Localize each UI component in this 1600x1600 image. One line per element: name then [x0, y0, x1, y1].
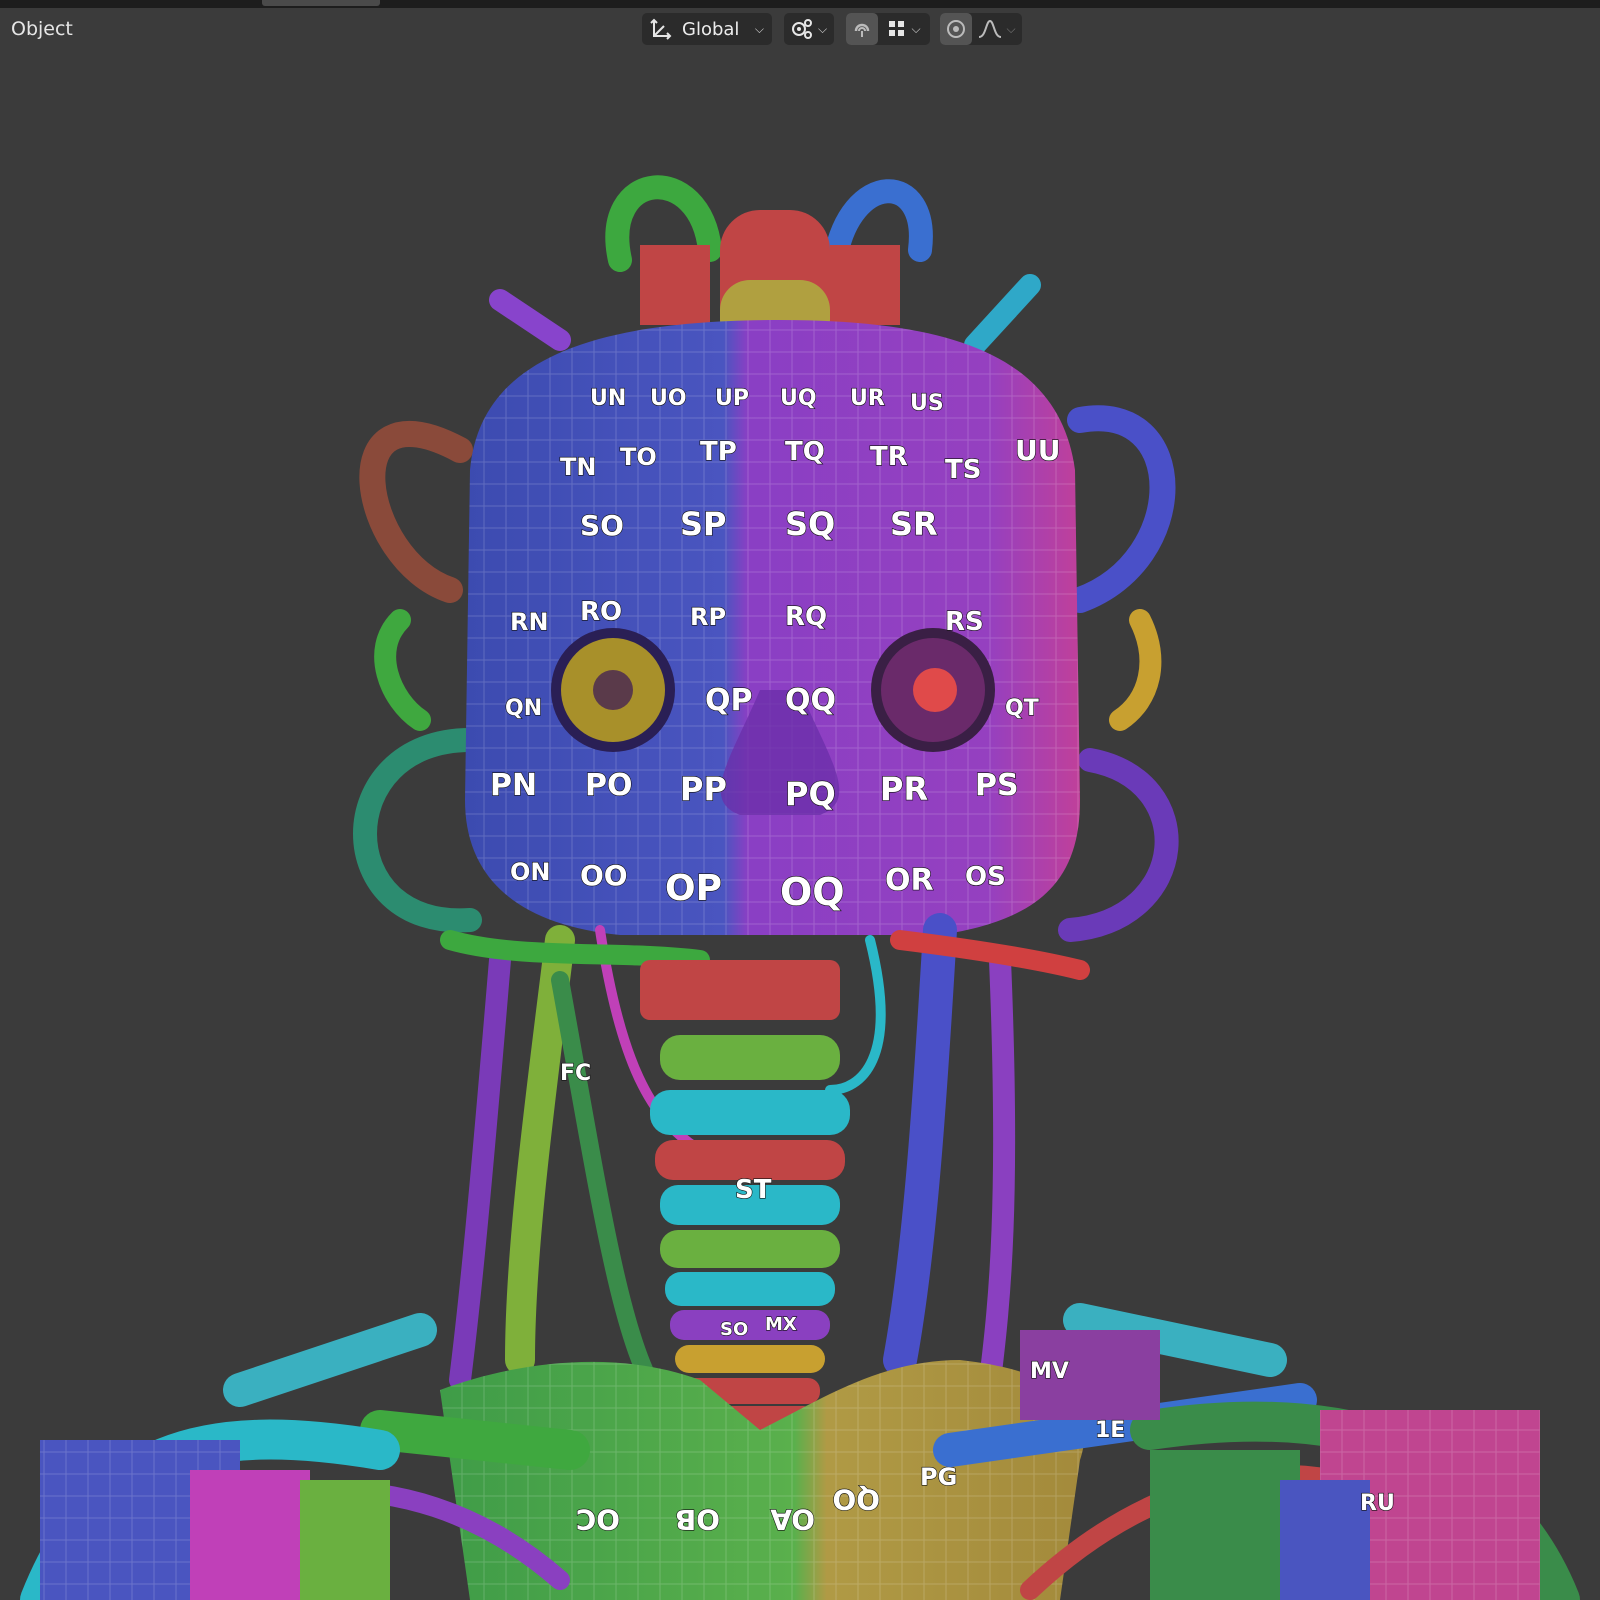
svg-text:ON: ON	[510, 858, 551, 886]
svg-text:SP: SP	[680, 505, 727, 543]
svg-text:UO: UO	[650, 386, 687, 411]
svg-text:1E: 1E	[1095, 1418, 1125, 1443]
svg-text:OA: OA	[770, 1503, 815, 1536]
transform-orientation-dropdown[interactable]: Global ⌵	[642, 13, 772, 45]
svg-text:MV: MV	[1030, 1359, 1069, 1384]
proportional-editing-icon	[946, 19, 966, 39]
svg-text:PO: PO	[585, 768, 633, 803]
svg-text:TQ: TQ	[785, 437, 825, 467]
svg-text:RO: RO	[580, 597, 622, 627]
viewport-scene[interactable]: UN UO UP UQ UR US TN TO TP TQ TR TS UU S…	[0, 0, 1600, 1600]
interaction-mode-menu[interactable]: Object	[11, 18, 73, 40]
svg-text:OR: OR	[885, 863, 934, 898]
chevron-down-icon: ⌵	[911, 21, 921, 36]
svg-text:ST: ST	[735, 1175, 772, 1205]
svg-text:QQ: QQ	[785, 683, 836, 718]
svg-text:TP: TP	[700, 437, 737, 467]
svg-text:RU: RU	[1360, 1491, 1395, 1516]
chevron-down-icon: ⌵	[1006, 21, 1016, 36]
svg-text:US: US	[910, 391, 944, 416]
svg-text:RQ: RQ	[785, 602, 827, 632]
svg-text:QO: QO	[832, 1483, 880, 1516]
svg-text:SO: SO	[580, 509, 624, 542]
pivot-point-dropdown[interactable]: ⌵	[784, 13, 834, 45]
svg-text:UN: UN	[590, 386, 626, 411]
chevron-down-icon: ⌵	[818, 21, 828, 36]
svg-text:SO: SO	[720, 1319, 748, 1340]
viewport-header: Object Global ⌵ ⌵ ⌵ ⌵	[0, 8, 1600, 52]
svg-text:OS: OS	[965, 862, 1006, 892]
svg-text:OB: OB	[675, 1503, 720, 1536]
svg-text:FC: FC	[560, 1061, 591, 1086]
svg-text:PP: PP	[680, 770, 727, 808]
svg-text:OC: OC	[576, 1503, 620, 1536]
svg-text:OQ: OQ	[780, 870, 845, 914]
svg-text:PN: PN	[490, 768, 537, 803]
snap-magnet-icon	[852, 19, 872, 39]
svg-text:PR: PR	[880, 770, 928, 808]
svg-text:RN: RN	[510, 608, 549, 636]
svg-text:OP: OP	[665, 868, 722, 909]
svg-text:QT: QT	[1005, 696, 1039, 721]
svg-text:UQ: UQ	[780, 386, 817, 411]
svg-text:RP: RP	[690, 603, 726, 631]
svg-text:UR: UR	[850, 386, 885, 411]
skull: UN UO UP UQ UR US TN TO TP TQ TR TS UU S…	[465, 320, 1080, 935]
svg-text:TN: TN	[560, 453, 596, 481]
snap-toggle-button[interactable]	[846, 13, 878, 45]
snapping-group: ⌵	[846, 13, 930, 45]
svg-text:QN: QN	[505, 696, 542, 721]
transform-orientation-value: Global	[682, 18, 740, 40]
svg-text:UP: UP	[715, 386, 749, 411]
pivot-point-icon	[790, 18, 814, 40]
svg-text:OO: OO	[580, 859, 628, 892]
svg-text:TR: TR	[870, 442, 908, 472]
proportional-falloff-dropdown[interactable]: ⌵	[972, 13, 1022, 45]
proportional-editing-toggle[interactable]	[940, 13, 972, 45]
svg-text:PG: PG	[920, 1463, 957, 1491]
snap-increment-icon	[887, 19, 907, 39]
svg-text:UU: UU	[1015, 434, 1060, 467]
svg-text:PS: PS	[975, 768, 1019, 803]
transform-orientation-icon	[650, 18, 672, 40]
svg-text:QP: QP	[705, 683, 753, 718]
proportional-falloff-icon	[978, 19, 1002, 39]
3d-viewport[interactable]: UN UO UP UQ UR US TN TO TP TQ TR TS UU S…	[0, 0, 1600, 1600]
active-workspace-tab[interactable]	[262, 0, 380, 6]
svg-text:SQ: SQ	[785, 505, 835, 543]
snap-target-dropdown[interactable]: ⌵	[878, 13, 930, 45]
svg-text:PQ: PQ	[785, 775, 836, 813]
svg-text:TS: TS	[945, 455, 981, 485]
chevron-down-icon: ⌵	[754, 21, 764, 36]
workspace-tabs-strip	[0, 0, 1600, 8]
svg-text:TO: TO	[620, 443, 657, 471]
svg-text:SR: SR	[890, 505, 938, 543]
svg-text:RS: RS	[945, 607, 984, 637]
svg-text:MX: MX	[765, 1314, 797, 1335]
proportional-editing-group: ⌵	[940, 13, 1022, 45]
